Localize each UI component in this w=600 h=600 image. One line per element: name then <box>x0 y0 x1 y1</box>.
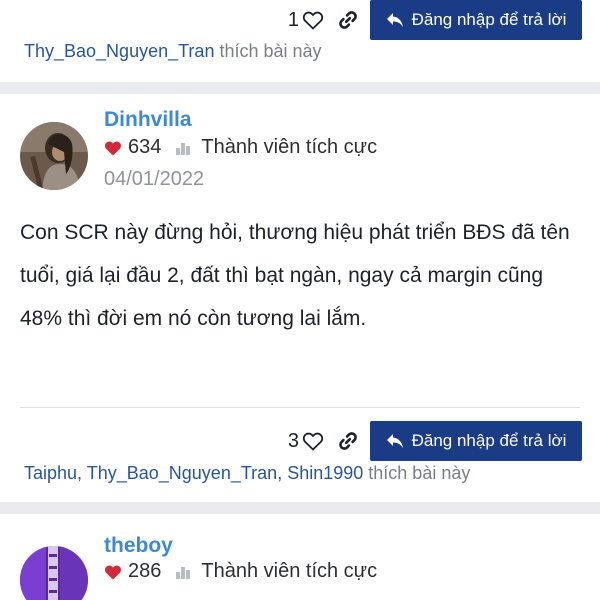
user-meta: 634 Thành viên tích cực <box>104 136 377 159</box>
post-actions: 1 Đăng nhập để trả lời <box>288 0 582 40</box>
likes-suffix: thích bài này <box>214 41 322 61</box>
reply-arrow-icon <box>386 13 403 27</box>
post: Dinhvilla 634 Thành viên tích cực 04/01/… <box>0 94 600 502</box>
rank-icon <box>176 566 191 579</box>
user-rank: Thành viên tích cực <box>201 136 378 158</box>
post-date: 04/01/2022 <box>104 168 205 190</box>
liker-separator: , <box>277 463 288 483</box>
reply-arrow-icon <box>386 434 403 448</box>
login-to-reply-button[interactable]: Đăng nhập để trả lời <box>370 421 582 461</box>
login-to-reply-button[interactable]: Đăng nhập để trả lời <box>370 0 582 40</box>
divider <box>20 407 580 408</box>
link-icon[interactable] <box>337 9 359 31</box>
reputation-count: 286 <box>128 560 162 582</box>
heart-outline-icon[interactable] <box>301 429 325 453</box>
liker-link[interactable]: Taiphu <box>24 463 77 483</box>
heart-filled-icon <box>105 141 121 155</box>
link-icon[interactable] <box>337 430 359 452</box>
post-footer-previous: 1 Đăng nhập để trả lời Thy_Bao_Nguyen_Tr… <box>0 0 600 82</box>
login-to-reply-label: Đăng nhập để trả lời <box>411 431 567 450</box>
likes-line: Taiphu, Thy_Bao_Nguyen_Tran, Shin1990 th… <box>24 463 470 484</box>
user-meta: 286 Thành viên tích cực <box>104 560 377 583</box>
liker-link[interactable]: Thy_Bao_Nguyen_Tran <box>24 41 214 61</box>
post-actions: 3 Đăng nhập để trả lời <box>288 421 582 461</box>
heart-filled-icon <box>105 565 121 579</box>
post: theboy 286 Thành viên tích cực <box>0 514 600 600</box>
avatar[interactable] <box>20 546 88 600</box>
heart-outline-icon[interactable] <box>301 8 325 32</box>
like-count: 1 <box>287 8 299 31</box>
liker-separator: , <box>77 463 87 483</box>
liker-link[interactable]: Thy_Bao_Nguyen_Tran <box>87 463 277 483</box>
reputation-count: 634 <box>128 136 162 158</box>
likes-suffix: thích bài này <box>363 463 471 483</box>
avatar[interactable] <box>20 122 88 190</box>
likes-line: Thy_Bao_Nguyen_Tran thích bài này <box>24 41 322 62</box>
username[interactable]: Dinhvilla <box>104 108 192 132</box>
username[interactable]: theboy <box>104 534 173 558</box>
liker-link[interactable]: Shin1990 <box>287 463 363 483</box>
like-count: 3 <box>287 429 299 452</box>
login-to-reply-label: Đăng nhập để trả lời <box>411 10 567 29</box>
post-body: Con SCR này đừng hỏi, thương hiệu phát t… <box>20 221 570 330</box>
rank-icon <box>176 142 191 155</box>
user-rank: Thành viên tích cực <box>201 560 378 582</box>
